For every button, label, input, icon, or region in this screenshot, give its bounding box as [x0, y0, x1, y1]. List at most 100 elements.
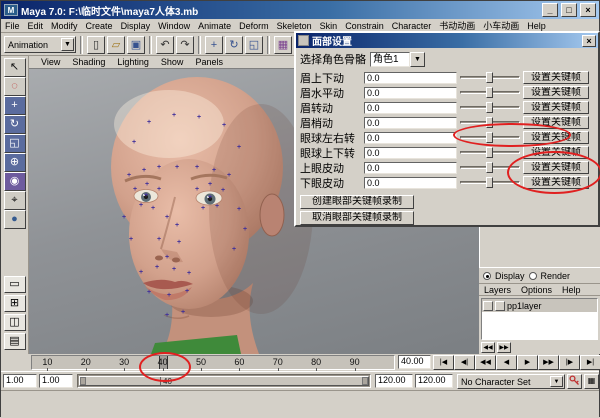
upper-eyelid-slider[interactable] [460, 161, 520, 174]
menu-file[interactable]: File [1, 19, 24, 33]
face-control-marker[interactable]: + [147, 119, 151, 126]
face-control-marker[interactable]: + [157, 236, 161, 243]
layout-single-pane-button[interactable]: ▭ [3, 276, 26, 293]
layout-four-pane-button[interactable]: ⊞ [3, 295, 26, 312]
dialog-close-icon[interactable]: × [582, 34, 596, 47]
eyeball-updown-value-field[interactable]: 0.0 [364, 146, 457, 159]
animation-preferences-button[interactable]: ▦ [584, 374, 599, 389]
animation-start-field[interactable]: 1.00 [3, 374, 37, 388]
face-control-marker[interactable]: + [185, 288, 189, 295]
face-control-marker[interactable]: + [201, 205, 205, 212]
open-scene-icon[interactable]: ▱ [107, 35, 125, 54]
face-control-marker[interactable]: + [175, 164, 179, 171]
panel-menu-shading[interactable]: Shading [66, 55, 111, 69]
face-control-marker[interactable]: + [139, 269, 143, 276]
character-select-dropdown[interactable]: 角色1 ▼ [370, 51, 425, 67]
face-control-marker[interactable]: + [157, 164, 161, 171]
face-control-marker[interactable]: + [132, 139, 136, 146]
face-control-marker[interactable]: + [147, 289, 151, 296]
brow-updown-slider-handle[interactable] [486, 72, 493, 83]
time-slider[interactable]: 10 20 30 40 50 60 70 80 90 [31, 355, 395, 371]
face-control-marker[interactable]: + [165, 312, 169, 319]
face-control-marker[interactable]: + [212, 167, 216, 174]
move-tool[interactable]: + [3, 96, 26, 115]
brow-horizontal-value-field[interactable]: 0.0 [364, 86, 457, 99]
face-control-marker[interactable]: + [155, 264, 159, 271]
play-backwards-button[interactable]: ◀ [496, 355, 517, 370]
brow-rotate-value-field[interactable]: 0.0 [364, 101, 457, 114]
upper-eyelid-value-field[interactable]: 0.0 [364, 161, 457, 174]
brow-rotate-slider-handle[interactable] [486, 102, 493, 113]
go-to-end-button[interactable]: ▶| [580, 355, 600, 370]
lower-eyelid-value-field[interactable]: 0.0 [364, 176, 457, 189]
move-icon[interactable]: + [205, 35, 223, 54]
face-control-marker[interactable]: + [181, 309, 185, 316]
face-control-marker[interactable]: + [139, 202, 143, 209]
face-control-marker[interactable]: + [172, 266, 176, 273]
layer-color-swatch[interactable] [495, 300, 505, 311]
menu-modify[interactable]: Modify [47, 19, 82, 33]
rotate-icon[interactable]: ↻ [225, 35, 243, 54]
face-control-marker[interactable]: + [222, 122, 226, 129]
eyeball-updown-slider-handle[interactable] [486, 147, 493, 158]
cancel-eye-keyframe-record-button[interactable]: 取消眼部关键帧录制 [300, 211, 414, 225]
layout-two-pane-button[interactable]: ◫ [3, 314, 26, 331]
face-control-marker[interactable]: + [237, 206, 241, 213]
auto-keyframe-toggle-button[interactable] [567, 374, 582, 389]
panel-back-button[interactable]: ◀◀ [481, 342, 495, 353]
face-control-marker[interactable]: + [215, 203, 219, 210]
face-control-marker[interactable]: + [167, 292, 171, 299]
face-control-marker[interactable]: + [165, 214, 169, 221]
brow-updown-slider[interactable] [460, 71, 520, 84]
range-slider-bar[interactable]: 40 [79, 376, 369, 386]
current-time-field[interactable]: 40.00 [398, 355, 431, 369]
animation-end-field[interactable]: 120.00 [415, 374, 453, 388]
menu-create[interactable]: Create [82, 19, 117, 33]
face-control-marker[interactable]: + [172, 112, 176, 119]
layer-menu-options[interactable]: Options [516, 283, 557, 297]
layer-menu-layers[interactable]: Layers [479, 283, 516, 297]
playback-end-field[interactable]: 120.00 [375, 374, 413, 388]
face-control-marker[interactable]: + [127, 172, 131, 179]
face-control-marker[interactable]: + [221, 187, 225, 194]
eyeball-leftright-value-field[interactable]: 0.0 [364, 131, 457, 144]
face-control-marker[interactable]: + [151, 205, 155, 212]
face-control-marker[interactable]: + [122, 214, 126, 221]
eyeball-leftright-set-keyframe-button[interactable]: 设置关键帧 [523, 131, 589, 144]
face-control-marker[interactable]: + [208, 181, 212, 188]
soft-mod-tool[interactable]: ◉ [3, 172, 26, 191]
brow-updown-set-keyframe-button[interactable]: 设置关键帧 [523, 71, 589, 84]
layer-menu-help[interactable]: Help [557, 283, 586, 297]
panel-menu-lighting[interactable]: Lighting [111, 55, 155, 69]
menu-display[interactable]: Display [117, 19, 155, 33]
menu-animate[interactable]: Animate [194, 19, 235, 33]
brow-tip-set-keyframe-button[interactable]: 设置关键帧 [523, 116, 589, 129]
face-control-marker[interactable]: + [144, 192, 148, 199]
create-eye-keyframe-record-button[interactable]: 创建眼部关键帧录制 [300, 195, 414, 209]
rotate-tool[interactable]: ↻ [3, 115, 26, 134]
range-start-handle[interactable] [80, 377, 86, 385]
show-manip-tool[interactable]: ⌖ [3, 191, 26, 210]
layer-row[interactable]: pp1layer [482, 299, 597, 312]
last-tool[interactable]: ● [3, 210, 26, 229]
brow-tip-slider-handle[interactable] [486, 117, 493, 128]
save-scene-icon[interactable]: ▣ [127, 35, 145, 54]
scale-icon[interactable]: ◱ [245, 35, 263, 54]
panel-menu-show[interactable]: Show [155, 55, 190, 69]
face-control-marker[interactable]: + [142, 167, 146, 174]
face-control-marker[interactable]: + [227, 172, 231, 179]
eyeball-updown-slider[interactable] [460, 146, 520, 159]
go-to-start-button[interactable]: |◀ [433, 355, 454, 370]
face-control-marker[interactable]: + [175, 222, 179, 229]
face-control-marker[interactable]: + [243, 226, 247, 233]
upper-eyelid-set-keyframe-button[interactable]: 设置关键帧 [523, 161, 589, 174]
face-control-marker[interactable]: + [208, 194, 212, 201]
scale-tool[interactable]: ◱ [3, 134, 26, 153]
close-button[interactable]: × [580, 3, 596, 17]
brow-rotate-slider[interactable] [460, 101, 520, 114]
display-radio[interactable] [483, 271, 491, 280]
lower-eyelid-slider-handle[interactable] [486, 177, 493, 188]
face-control-marker[interactable]: + [232, 246, 236, 253]
panel-forward-button[interactable]: ▶▶ [497, 342, 511, 353]
face-control-marker[interactable]: + [195, 186, 199, 193]
